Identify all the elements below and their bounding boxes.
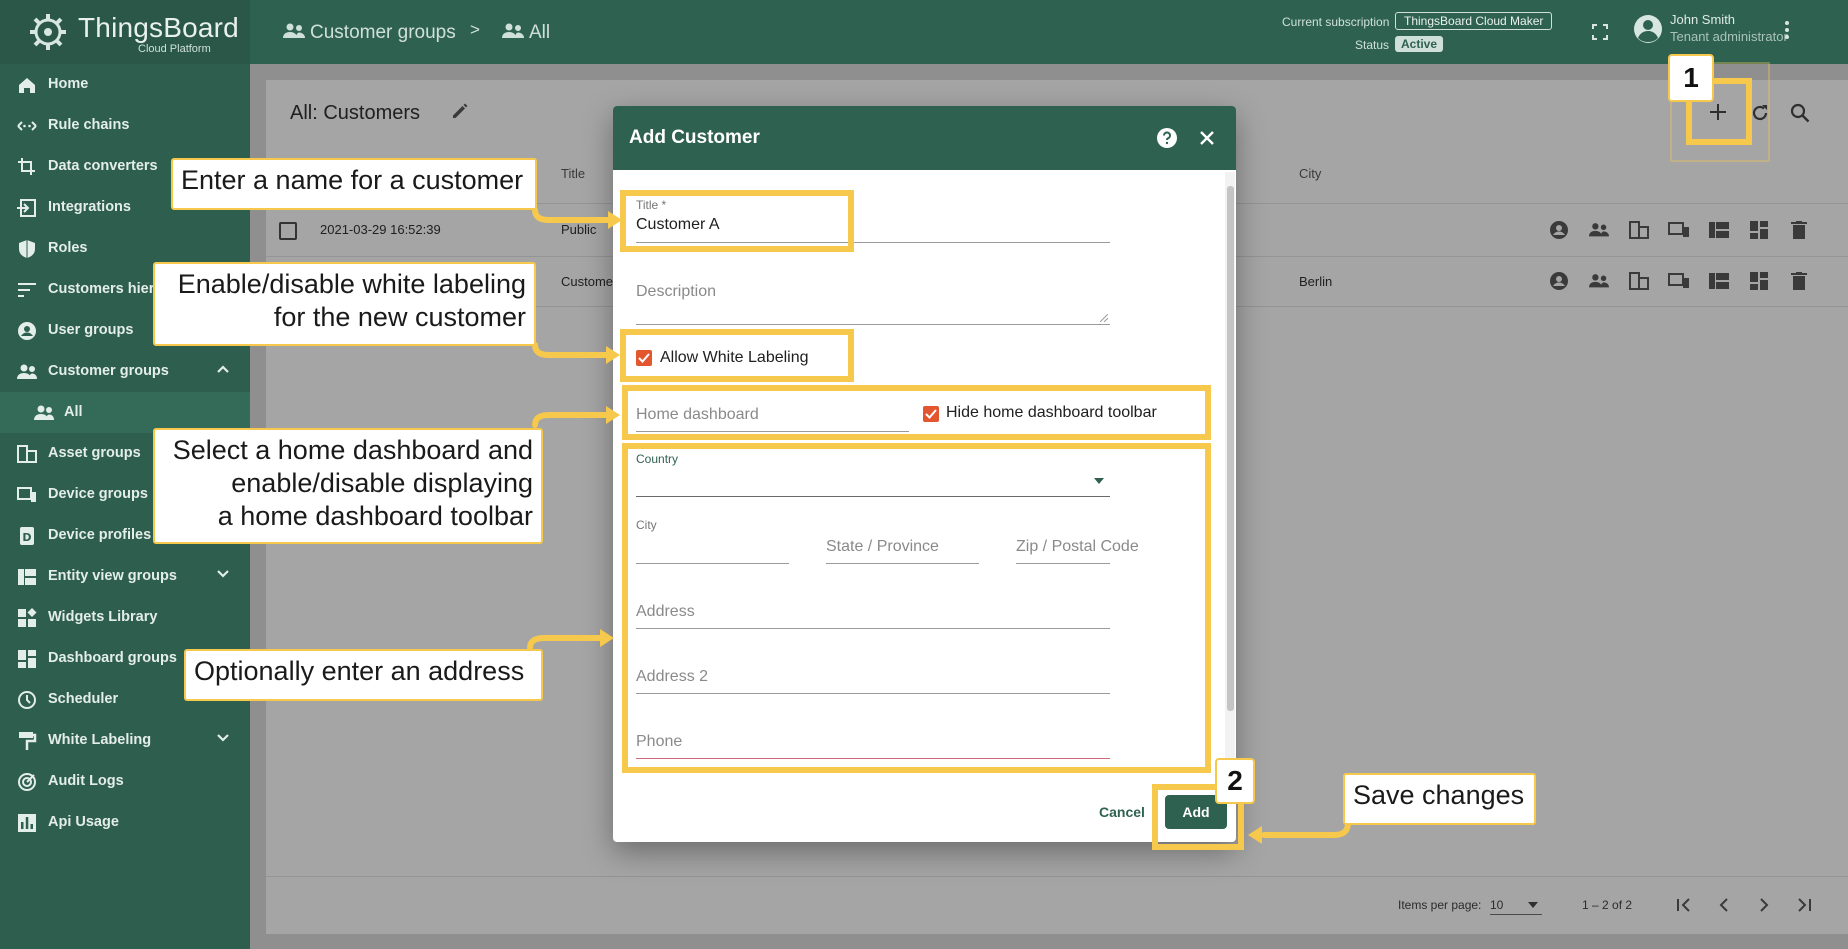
callout-text: Enter a name for a customer — [181, 165, 524, 195]
callout-address: Optionally enter an address — [184, 649, 543, 701]
callout-home-dashboard: Select a home dashboard and enable/disab… — [153, 428, 543, 544]
callout-save-changes: Save changes — [1343, 773, 1536, 825]
callout-text: Optionally enter an address — [194, 656, 525, 686]
callout-text: Save changes — [1353, 780, 1525, 810]
callout-text: for the new customer — [273, 302, 526, 332]
callout-text: enable/disable displaying — [231, 468, 533, 498]
callout-white-labeling: Enable/disable white labeling for the ne… — [153, 262, 536, 346]
callout-text: Select a home dashboard and — [172, 435, 533, 465]
callout-enter-name: Enter a name for a customer — [171, 158, 537, 210]
callout-text: Enable/disable white labeling — [177, 269, 526, 299]
callout-text: a home dashboard toolbar — [217, 501, 533, 531]
